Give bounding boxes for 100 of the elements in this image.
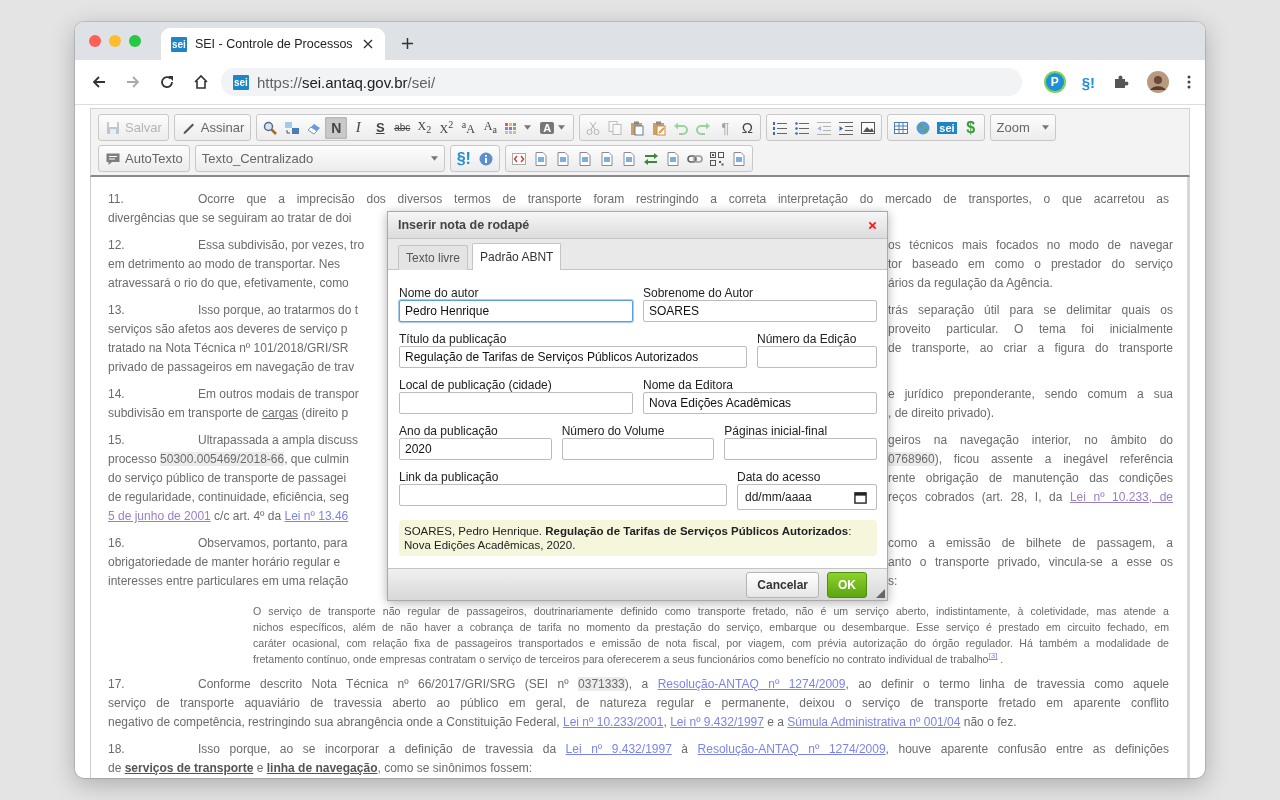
- paragraph-text: geiros na navegação interior, no âmbito do: [888, 432, 1173, 449]
- dialog-tab[interactable]: Texto livre: [398, 245, 469, 270]
- outdent-icon: [816, 119, 833, 136]
- paragraph-number: 12.: [108, 237, 126, 254]
- forward-icon[interactable]: [125, 74, 141, 90]
- dialog-tab[interactable]: Padrão ABNT: [472, 243, 562, 270]
- paragraph-text: nichos específicos, além de não haver a cobrança de tarifa no momento da prestação do serviço, embarque ou desembarque. Esse serviço é prestado em circuito fechado, em: [253, 620, 1169, 635]
- paragraph-number: 17.: [108, 676, 126, 693]
- script-button[interactable]: X$^{2}$: [435, 116, 458, 139]
- avatar-icon[interactable]: [1147, 71, 1169, 93]
- footnote-link[interactable]: [3]: [988, 651, 998, 661]
- address-bar[interactable]: sei https://sei.antaq.gov.br/sei/: [221, 68, 1022, 96]
- paragraph-text: Ultrapassada a ampla discuss: [198, 432, 360, 449]
- strikethrough-button[interactable]: abc: [391, 116, 414, 139]
- paragraph-number: 16.: [108, 535, 126, 552]
- paragraph-text: caráter ocasional, com relação fixa de passageiros transportados e emissão de nota fiscal, por viagem, com prévia autorização do órgão regulador. Há também a modalidade de: [253, 636, 1169, 651]
- input-field[interactable]: Nova Edições Acadêmicas: [643, 392, 877, 414]
- field-label: Ano da publicação: [399, 424, 499, 438]
- link[interactable]: Lei nº 9.432/1997: [565, 742, 672, 756]
- menu-icon[interactable]: [1187, 74, 1191, 90]
- search-icon: [262, 119, 279, 136]
- image-icon: [860, 119, 877, 136]
- cancel-button[interactable]: Cancelar: [746, 571, 819, 598]
- paragraph-text: interesses entre particulares em uma relação: [108, 573, 350, 590]
- paragraph-text: negativo de competência, restringindo sua abrangência onde a Constituição Federal, Lei nº 10.233/2001, Lei nº 9.432/1997 e a Súmula Administrativa nº 001/04 não o fez.: [108, 714, 1018, 731]
- legislation-button[interactable]: §!: [452, 147, 475, 170]
- browser-tab[interactable]: sei SEI - Controle de Processos: [161, 28, 385, 60]
- process-number: 0371333: [578, 677, 625, 691]
- paragraph-text: tor baseado em como o prestador do serviço: [888, 256, 1173, 273]
- symbol-button[interactable]: Ω: [736, 116, 759, 139]
- calendar-icon[interactable]: [854, 491, 867, 504]
- process-number: 0768960: [888, 452, 935, 466]
- puzzle-icon[interactable]: [1113, 74, 1129, 90]
- case-button[interactable]: $^{a}$A: [457, 116, 480, 139]
- field-label: Número da Edição: [757, 332, 858, 346]
- home-icon[interactable]: [193, 74, 209, 90]
- sign-button[interactable]: Assinar: [174, 116, 251, 139]
- currency-button[interactable]: $: [959, 116, 982, 139]
- document-icon: [576, 150, 593, 167]
- zoom-select[interactable]: Zoom: [990, 116, 1055, 139]
- copy-icon: [607, 119, 624, 136]
- underline-button[interactable]: S: [369, 116, 392, 139]
- close-window-control[interactable]: [89, 35, 101, 47]
- link[interactable]: Súmula Administrativa nº 001/04: [787, 715, 961, 729]
- paragraph-text: Isso porque, ao tratarmos do t: [198, 302, 360, 319]
- close-icon[interactable]: [363, 39, 373, 49]
- paragraph-text: divergências que se seguiram ao tratar de doi: [108, 210, 353, 227]
- link[interactable]: Lei nº 9.432/1997: [670, 715, 764, 729]
- paragraph-number: 11.: [108, 191, 125, 208]
- resize-grip-icon[interactable]: [876, 589, 885, 598]
- paragraph-text: processo 50300.005469/2018-66, que culmin: [108, 451, 350, 468]
- script-button[interactable]: X$_{2}$: [413, 116, 436, 139]
- field-label: Nome do autor: [399, 286, 480, 300]
- autotext-button[interactable]: AutoTexto: [99, 147, 189, 170]
- paragraph-text: Em outros modais de transpor: [198, 386, 360, 403]
- new-tab-icon[interactable]: [401, 37, 414, 50]
- field-label: Sobrenome do Autor: [643, 286, 755, 300]
- paragraph-number: 14.: [108, 386, 126, 403]
- style-select[interactable]: Texto_Centralizado: [195, 147, 444, 170]
- input-field[interactable]: [757, 346, 877, 368]
- paragraph-text: privado de passageiros em navegação de trav: [108, 359, 356, 376]
- input-field[interactable]: [399, 484, 727, 506]
- caret-icon: [430, 156, 438, 161]
- paragraph-text: os técnicos mais focados no modo de navegar: [888, 237, 1173, 254]
- input-field[interactable]: Regulação de Tarifas de Serviços Públicos Autorizados: [399, 346, 747, 368]
- paragraph-text: fretamento contínuo, onde empresas contratam o serviço de terceiros para oferecerem a seus funcionários como benefício no contrato individual de trabalho$^{[3]}$ .: [253, 651, 1005, 667]
- background-color-button[interactable]: A: [534, 116, 572, 139]
- italic-button[interactable]: I: [347, 116, 370, 139]
- site-logo: sei: [171, 36, 187, 52]
- date-field[interactable]: dd/mm/aaaa: [737, 484, 877, 510]
- citation-preview: SOARES, Pedro Henrique. Regulação de Tarifas de Serviços Públicos Autorizados: Nova Edições Acadêmicas, 2020.: [399, 520, 877, 556]
- info-icon: [477, 150, 494, 167]
- extension-button[interactable]: P: [1045, 73, 1064, 91]
- bold-button[interactable]: N: [325, 116, 348, 139]
- reload-icon[interactable]: [159, 74, 175, 90]
- input-field[interactable]: [724, 438, 877, 460]
- paragraph-text: atravessará o rio do que, efetivamente, como: [108, 275, 350, 292]
- sei-button[interactable]: sei: [934, 116, 960, 139]
- field-label: Nome da Editora: [643, 378, 735, 392]
- numbered-list-icon: [772, 119, 789, 136]
- paragraph-text: 0768960), ficou assente a inegável referência: [888, 451, 1173, 468]
- paragraph-text: obrigatoriedade de manter horário regular e: [108, 554, 342, 571]
- paragraph-text: serviço de transporte aquaviário de travessia aberto ao público em geral, de natureza regular e permanente, deixou o serviço de transporte fretado em aparente conflito: [108, 695, 1169, 712]
- case-button[interactable]: A$_{a}$: [479, 116, 502, 139]
- link[interactable]: Lei nº 13.46: [284, 509, 349, 523]
- input-field[interactable]: 2020: [399, 438, 552, 460]
- input-field[interactable]: SOARES: [643, 300, 877, 322]
- extension-button[interactable]: §!: [1081, 73, 1095, 91]
- link[interactable]: 5 de junho de 2001: [108, 509, 211, 523]
- paragraph-text: de regularidade, continuidade, eficiência, seg: [108, 489, 350, 506]
- input-field[interactable]: [399, 392, 633, 414]
- paragraph-text: rente obrigação de manutenção das condições: [888, 470, 1173, 487]
- input-field[interactable]: [561, 438, 715, 460]
- field-label: Local de publicação (cidade): [399, 378, 553, 392]
- link[interactable]: Resolução-ANTAQ nº 1274/2009: [697, 742, 886, 756]
- back-icon[interactable]: [91, 74, 107, 90]
- input-field[interactable]: Pedro Henrique: [399, 300, 633, 322]
- paragraph-text: proveito particular. O tema foi inicialmente: [888, 321, 1173, 338]
- link[interactable]: Lei nº 10.233, de: [1069, 490, 1173, 504]
- paragraph-text: em detrimento ao modo de transportar. Nes: [108, 256, 342, 273]
